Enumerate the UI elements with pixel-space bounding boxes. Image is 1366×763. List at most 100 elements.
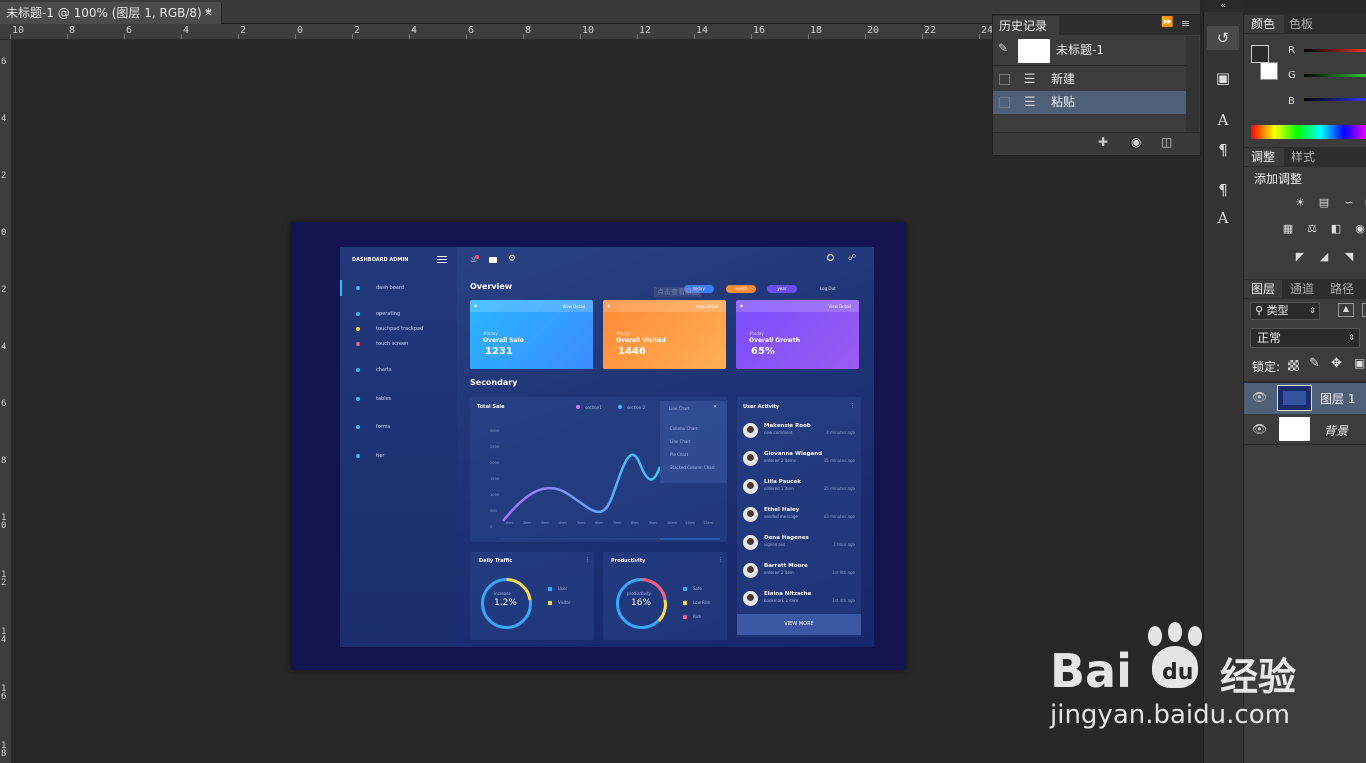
- tab-channels[interactable]: 通道: [1290, 280, 1314, 298]
- invert-icon[interactable]: ◤: [1292, 250, 1308, 264]
- card-value: 1231: [485, 346, 513, 357]
- user-activity-item: Ethel Haley sended message 43 minutes ago: [743, 505, 855, 527]
- chevron-updown-icon: ⇕: [1348, 333, 1355, 342]
- visibility-eye-icon[interactable]: 👁: [1252, 422, 1267, 436]
- ruler-h-tick: [352, 34, 353, 39]
- x-tick-label: 10km: [667, 521, 677, 525]
- adjust-filter-icon[interactable]: [1362, 303, 1366, 317]
- character-styles-icon[interactable]: A: [1207, 206, 1239, 230]
- legend-visitor-swatch: [548, 601, 552, 605]
- lock-transparency-icon[interactable]: [1288, 360, 1299, 371]
- threshold-icon[interactable]: ◥: [1341, 250, 1357, 264]
- card-value: 1446: [618, 346, 646, 357]
- color-spectrum-bar[interactable]: [1251, 125, 1366, 139]
- tab-color[interactable]: 颜色: [1244, 15, 1284, 33]
- user-name: Elaina Nitzsche: [764, 591, 812, 597]
- x-tick-label: 1km: [505, 521, 513, 525]
- tab-paths[interactable]: 路径: [1330, 280, 1354, 298]
- visibility-eye-icon[interactable]: 👁: [1252, 390, 1267, 404]
- layer-thumbnail: [1277, 385, 1312, 411]
- close-tab-icon[interactable]: ×: [204, 2, 213, 24]
- foreground-color-swatch[interactable]: [1251, 45, 1269, 63]
- y-tick-label: 1500: [490, 477, 499, 481]
- user-activity-item: Makenzie Roob new comment 4 minutes ago: [743, 421, 855, 443]
- history-item[interactable]: ☰ 新建: [993, 68, 1187, 91]
- history-checkbox[interactable]: [999, 74, 1010, 85]
- sidebar-bullet-icon: [356, 286, 360, 290]
- sidebar-bullet-icon: [356, 454, 360, 458]
- sidebar-item-2: touchpad trackpad: [376, 326, 424, 332]
- properties-icon[interactable]: ▣: [1207, 66, 1239, 90]
- traffic-value: 1.2%: [494, 598, 517, 608]
- photo-filter-icon[interactable]: ◉: [1352, 222, 1366, 236]
- channel-b-slider[interactable]: [1304, 98, 1366, 101]
- history-panel-icon[interactable]: ↺: [1207, 26, 1239, 50]
- new-document-icon[interactable]: ✚: [1098, 135, 1108, 149]
- tab-layers[interactable]: 图层: [1244, 280, 1282, 298]
- history-checkbox[interactable]: [999, 97, 1010, 108]
- paragraph-styles-icon[interactable]: ¶: [1207, 178, 1239, 202]
- horizontal-ruler[interactable]: 10 8 6 4 2 0 2 4 6 8 10 12 14 16 18 20 22 24: [0, 24, 992, 40]
- active-indicator: [340, 280, 342, 296]
- posterize-icon[interactable]: ◢: [1316, 250, 1332, 264]
- history-snapshot-row[interactable]: ✎ 未标题-1: [993, 36, 1187, 66]
- user-time: 1st 4th ago: [832, 598, 855, 603]
- user-action: signed out: [764, 542, 786, 547]
- card-value: 65%: [751, 346, 775, 357]
- sidebar-item-4: charts: [376, 367, 392, 373]
- trash-icon[interactable]: ◫: [1161, 135, 1172, 149]
- dashboard-brand: DASHBOARD ADMIN: [352, 257, 409, 263]
- ruler-v-label: 1 0: [1, 513, 7, 531]
- document-tab[interactable]: 未标题-1 @ 100% (图层 1, RGB/8) * ×: [0, 2, 222, 24]
- tab-styles[interactable]: 样式: [1291, 148, 1315, 166]
- lock-all-icon[interactable]: ▣: [1354, 356, 1365, 370]
- brightness-icon[interactable]: ☀: [1292, 196, 1308, 210]
- layer-filter-select[interactable]: ⚲ 类型 ⇕: [1250, 302, 1320, 320]
- x-tick-label: 6km: [595, 521, 603, 525]
- ruler-h-tick: [637, 34, 638, 39]
- curves-icon[interactable]: ∽: [1341, 196, 1357, 210]
- paragraph-icon[interactable]: ¶: [1207, 138, 1239, 162]
- history-item[interactable]: ☰ 粘贴: [993, 91, 1187, 114]
- lock-brush-icon[interactable]: ✎: [1309, 356, 1320, 371]
- camera-icon[interactable]: ◉: [1131, 135, 1141, 149]
- channel-g-slider[interactable]: [1304, 74, 1366, 77]
- black-white-icon[interactable]: ◧: [1328, 222, 1344, 236]
- card-icon: ◆: [740, 303, 744, 308]
- exposure-icon[interactable]: ▢: [1362, 196, 1366, 210]
- channel-r-slider[interactable]: [1304, 49, 1366, 52]
- history-scrollbar[interactable]: [1186, 36, 1199, 134]
- tab-adjustments[interactable]: 调整: [1244, 148, 1284, 166]
- collapse-dock-icon[interactable]: «: [1203, 0, 1243, 12]
- ruler-h-label: 16: [753, 25, 766, 36]
- baidu-brand-text: Bai: [1050, 644, 1132, 698]
- lock-move-icon[interactable]: ✥: [1331, 356, 1342, 371]
- ruler-h-tick: [295, 34, 296, 39]
- user-activity-panel: User Activity ⋮ Makenzie Roob new comment…: [737, 397, 861, 637]
- ruler-v-label: 6: [1, 399, 7, 409]
- blend-mode-select[interactable]: 正常 ⇕: [1250, 328, 1360, 348]
- panel-menu-icon[interactable]: ≡: [1181, 17, 1190, 30]
- x-tick-label: 4km: [559, 521, 567, 525]
- chart-type-option: Pie Chart: [670, 452, 689, 457]
- levels-icon[interactable]: ▤: [1316, 196, 1332, 210]
- layer-row-1[interactable]: 👁 图层 1: [1244, 383, 1366, 414]
- color-balance-icon[interactable]: ⚖: [1304, 222, 1320, 236]
- vibrance-icon[interactable]: ▦: [1280, 222, 1296, 236]
- user-activity-item: Giovanna Wiegand ordered 2 items 15 minute…: [743, 449, 855, 471]
- vertical-ruler[interactable]: 6 4 2 0 2 4 6 8 1 0 1 2 1 4 1 6 1 8: [0, 40, 12, 763]
- tab-history[interactable]: 历史记录: [993, 16, 1059, 36]
- chevron-updown-icon: ⇕: [1309, 306, 1316, 315]
- user-name: Ethel Haley: [764, 507, 800, 513]
- expand-panel-icon[interactable]: ⏩: [1161, 17, 1173, 28]
- layer-row-background[interactable]: 👁 背景: [1244, 415, 1366, 445]
- productivity-title: Productivity: [611, 558, 646, 564]
- y-tick-label: 5000: [490, 429, 499, 433]
- canvas-artboard[interactable]: DASHBOARD ADMIN dash board operating touch…: [291, 222, 906, 670]
- user-time: 43 minutes ago: [823, 514, 855, 519]
- background-color-swatch[interactable]: [1260, 62, 1278, 80]
- character-icon[interactable]: A: [1207, 108, 1239, 132]
- tab-swatches[interactable]: 色板: [1289, 15, 1313, 33]
- sale-line: [502, 453, 660, 522]
- image-filter-icon[interactable]: ▲: [1338, 303, 1354, 317]
